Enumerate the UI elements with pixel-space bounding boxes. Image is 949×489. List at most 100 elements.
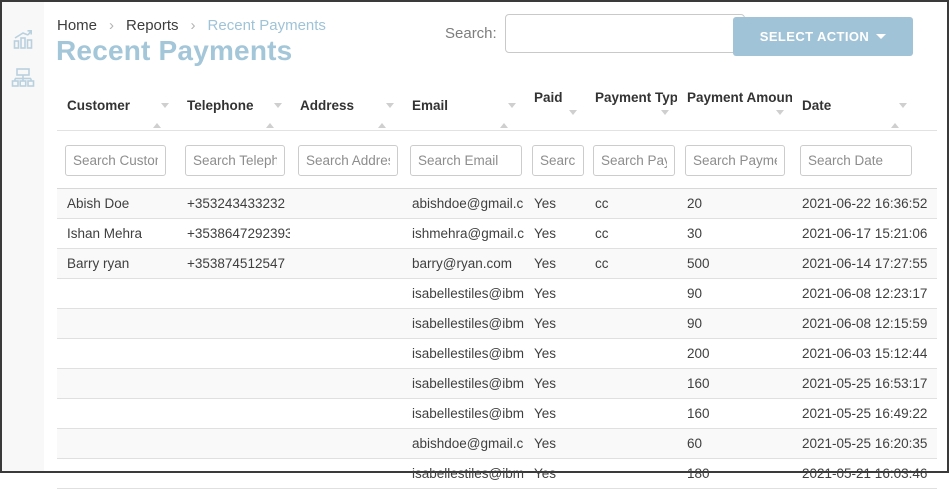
column-header-label: Payment Type <box>595 90 677 105</box>
column-header-label: Paid <box>534 90 563 105</box>
table-cell: 2021-06-17 15:21:06 <box>792 219 937 249</box>
table-cell <box>585 399 677 429</box>
column-header-payment-type[interactable]: Payment Type <box>585 90 677 131</box>
table-cell: isabellestiles@ibm.ie <box>402 399 524 429</box>
table-row[interactable]: isabellestiles@ibm.ieYes1602021-05-25 16… <box>57 399 937 429</box>
breadcrumb-separator: › <box>191 17 196 34</box>
table-row[interactable]: isabellestiles@ibm.ieYes902021-06-08 12:… <box>57 309 937 339</box>
select-action-label: SELECT ACTION <box>760 29 869 44</box>
table-cell <box>585 459 677 489</box>
table-cell <box>177 459 290 489</box>
table-cell <box>57 369 177 399</box>
table-cell <box>290 459 402 489</box>
table-cell <box>177 339 290 369</box>
filter-payment-amount-input[interactable] <box>685 145 785 176</box>
table-cell: 20 <box>677 189 792 219</box>
filter-paid-input[interactable] <box>532 145 584 176</box>
table-cell: Yes <box>524 369 585 399</box>
breadcrumb-home[interactable]: Home <box>57 17 97 34</box>
table-cell <box>57 429 177 459</box>
table-cell: isabellestiles@ibm.ie <box>402 339 524 369</box>
filter-address-input[interactable] <box>298 145 398 176</box>
table-cell: 2021-06-22 16:36:52 <box>792 189 937 219</box>
table-cell: 160 <box>677 399 792 429</box>
table-cell: 90 <box>677 279 792 309</box>
column-header-payment-amount[interactable]: Payment Amount <box>677 90 792 131</box>
table-cell: ishmehra@gmail.c... <box>402 219 524 249</box>
table-cell: barry@ryan.com <box>402 249 524 279</box>
global-search-input[interactable] <box>505 14 745 53</box>
filter-telephone-input[interactable] <box>185 145 285 176</box>
recent-payments-window: { "colors": { "accent": "#a1c3d7", "titl… <box>0 0 949 473</box>
table-cell <box>585 369 677 399</box>
table-cell: +3538647292393 <box>177 219 290 249</box>
select-action-button[interactable]: SELECT ACTION <box>733 17 913 56</box>
filter-customer-input[interactable] <box>65 145 166 176</box>
table-row[interactable]: isabellestiles@ibm.ieYes1802021-05-21 16… <box>57 459 937 489</box>
sort-icon <box>500 108 516 123</box>
table-cell: 90 <box>677 309 792 339</box>
table-row[interactable]: Barry ryan+353874512547barry@ryan.comYes… <box>57 249 937 279</box>
table-cell: Yes <box>524 309 585 339</box>
table-cell <box>57 339 177 369</box>
column-header-label: Address <box>300 98 354 113</box>
topbar: Home › Reports › Recent Payments Recent … <box>44 2 947 90</box>
table-body: Abish Doe+353243433232abishdoe@gmail.c..… <box>57 189 937 489</box>
bar-chart-trend-icon[interactable] <box>11 28 35 52</box>
table-header-row: Customer Telephone Address Email Paid Pa… <box>57 90 937 131</box>
filter-date-input[interactable] <box>800 145 912 176</box>
table-filter-row <box>57 131 937 189</box>
table-cell: 200 <box>677 339 792 369</box>
column-header-customer[interactable]: Customer <box>57 90 177 131</box>
table-row[interactable]: isabellestiles@ibm.ieYes 2002021-06-03 15… <box>57 339 937 369</box>
sort-icon <box>653 115 669 130</box>
table-cell: 180 <box>677 459 792 489</box>
table-cell: Ishan Mehra <box>57 219 177 249</box>
breadcrumb: Home › Reports › Recent Payments <box>57 17 326 34</box>
table-cell: Yes <box>524 339 585 369</box>
table-cell <box>290 429 402 459</box>
table-cell <box>57 279 177 309</box>
column-header-date[interactable]: Date <box>792 90 937 131</box>
table-cell <box>177 399 290 429</box>
table-cell: 2021-06-03 15:12:44 <box>792 339 937 369</box>
breadcrumb-reports[interactable]: Reports <box>126 17 179 34</box>
global-search-group: Search: <box>445 14 745 53</box>
column-header-label: Customer <box>67 98 130 113</box>
table-cell <box>57 309 177 339</box>
table-cell <box>177 429 290 459</box>
table-cell: Barry ryan <box>57 249 177 279</box>
filter-payment-type-input[interactable] <box>593 145 675 176</box>
table-cell: Yes <box>524 399 585 429</box>
column-header-label: Telephone <box>187 98 254 113</box>
table-cell: isabellestiles@ibm.ie <box>402 309 524 339</box>
table-cell: Yes <box>524 429 585 459</box>
table-cell <box>585 339 677 369</box>
sort-icon <box>378 108 394 123</box>
column-header-address[interactable]: Address <box>290 90 402 131</box>
page-title: Recent Payments <box>56 35 292 67</box>
filter-email-input[interactable] <box>410 145 522 176</box>
table-cell: 500 <box>677 249 792 279</box>
table-cell: +353874512547 <box>177 249 290 279</box>
table-cell <box>290 219 402 249</box>
table-cell <box>290 369 402 399</box>
table-row[interactable]: Ishan Mehra+3538647292393 ishmehra@gmail.… <box>57 219 937 249</box>
column-header-email[interactable]: Email <box>402 90 524 131</box>
table-cell: 2021-05-25 16:53:17 <box>792 369 937 399</box>
table-cell: 160 <box>677 369 792 399</box>
table-row[interactable]: isabellestiles@ibm.ieYes902021-06-08 12:… <box>57 279 937 309</box>
table-cell <box>57 399 177 429</box>
column-header-paid[interactable]: Paid <box>524 90 585 131</box>
table-cell: 60 <box>677 429 792 459</box>
table-row[interactable]: Abish Doe+353243433232abishdoe@gmail.c..… <box>57 189 937 219</box>
sitemap-icon[interactable] <box>11 66 35 90</box>
table-cell <box>585 309 677 339</box>
table-cell <box>290 189 402 219</box>
table-row[interactable]: abishdoe@gmail.c...Yes602021-05-25 16:20… <box>57 429 937 459</box>
search-label: Search: <box>445 25 497 42</box>
table-cell: isabellestiles@ibm.ie <box>402 459 524 489</box>
column-header-label: Email <box>412 98 448 113</box>
table-row[interactable]: isabellestiles@ibm.ieYes1602021-05-25 16… <box>57 369 937 399</box>
column-header-telephone[interactable]: Telephone <box>177 90 290 131</box>
